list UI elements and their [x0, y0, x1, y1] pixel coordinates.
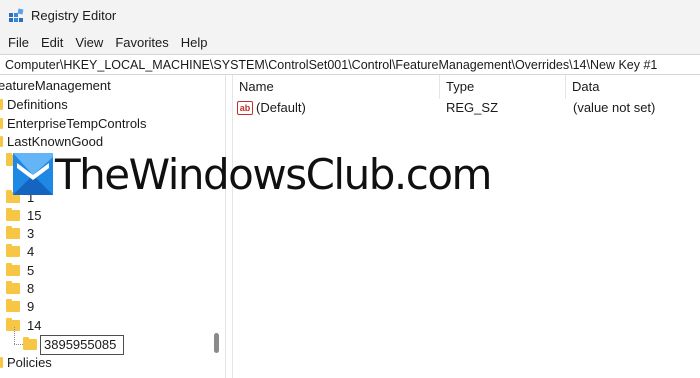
tree-item-policies[interactable]: Policies [0, 353, 52, 371]
tree-item-label: eatureManagement [0, 77, 111, 93]
menu-edit[interactable]: Edit [35, 32, 69, 54]
tree-item-14[interactable]: 14 [6, 316, 41, 334]
folder-icon [6, 225, 20, 239]
column-header-type[interactable]: Type [440, 75, 566, 99]
address-bar[interactable]: Computer\HKEY_LOCAL_MACHINE\SYSTEM\Contr… [0, 54, 700, 75]
tree-item-9[interactable]: 9 [6, 297, 34, 315]
tree-item-label: 14 [27, 317, 42, 333]
tree-item-definitions[interactable]: Definitions [0, 95, 68, 113]
menu-bar: File Edit View Favorites Help [0, 32, 700, 54]
tree-item-8[interactable]: 8 [6, 279, 34, 297]
string-value-icon: ab [237, 101, 253, 115]
folder-icon [6, 317, 20, 331]
folder-icon [6, 280, 20, 294]
tree-item-label: 5 [27, 262, 35, 278]
menu-favorites[interactable]: Favorites [109, 32, 174, 54]
tree-item-label: 4 [27, 243, 35, 259]
tree-item-label: Definitions [7, 96, 68, 112]
tree-scroll-thumb[interactable] [214, 333, 219, 353]
folder-icon [0, 98, 3, 110]
tree-connector [14, 327, 15, 344]
tree-item-lastknowngood[interactable]: LastKnownGood [0, 132, 103, 150]
window-title: Registry Editor [31, 8, 117, 23]
value-list[interactable]: Name Type Data ab (Default) REG_SZ (valu… [233, 75, 700, 378]
tree-item-label: EnterpriseTempControls [7, 115, 147, 131]
pane-splitter[interactable] [226, 75, 233, 378]
tree-connector [14, 344, 23, 345]
tree-item-5[interactable]: 5 [6, 261, 34, 279]
folder-icon [6, 243, 20, 257]
tree-item-enterprisetempcontrols[interactable]: EnterpriseTempControls [0, 114, 146, 132]
column-header-name[interactable]: Name [233, 75, 440, 99]
tree-item-4[interactable]: 4 [6, 242, 34, 260]
watermark-text: TheWindowsClub.com [55, 150, 492, 199]
tree-item-label: 3 [27, 225, 35, 241]
folder-icon [6, 207, 20, 221]
menu-help[interactable]: Help [175, 32, 214, 54]
tree-item-label: 8 [27, 280, 35, 296]
tree-item-featuremanagement[interactable]: eatureManagement [0, 76, 111, 94]
value-data: (value not set) [573, 100, 656, 115]
address-path[interactable]: Computer\HKEY_LOCAL_MACHINE\SYSTEM\Contr… [5, 58, 657, 72]
menu-view[interactable]: View [69, 32, 109, 54]
tree-item-3[interactable]: 3 [6, 224, 34, 242]
tree-item-15[interactable]: 15 [6, 206, 41, 224]
menu-file[interactable]: File [2, 32, 35, 54]
tree-item-label: 15 [27, 207, 42, 223]
folder-icon [0, 356, 3, 368]
folder-icon [0, 117, 3, 129]
tree-item-label: LastKnownGood [7, 133, 104, 149]
registry-editor-icon [9, 8, 24, 22]
folder-icon [6, 262, 20, 276]
tree-item-label: Policies [7, 354, 52, 370]
tree-item-label: 9 [27, 298, 35, 314]
folder-icon [0, 135, 3, 147]
value-type: REG_SZ [446, 100, 499, 115]
value-name[interactable]: (Default) [256, 99, 306, 117]
watermark: TheWindowsClub.com [0, 150, 492, 202]
title-bar: Registry Editor [0, 0, 700, 32]
rename-key-input[interactable]: 3895955085 [40, 335, 124, 355]
thewindowsclub-logo-icon [13, 153, 53, 195]
folder-icon [23, 337, 37, 350]
column-header-data[interactable]: Data [566, 75, 700, 99]
key-tree[interactable]: eatureManagement Definitions EnterpriseT… [0, 75, 226, 378]
folder-icon [6, 298, 20, 312]
